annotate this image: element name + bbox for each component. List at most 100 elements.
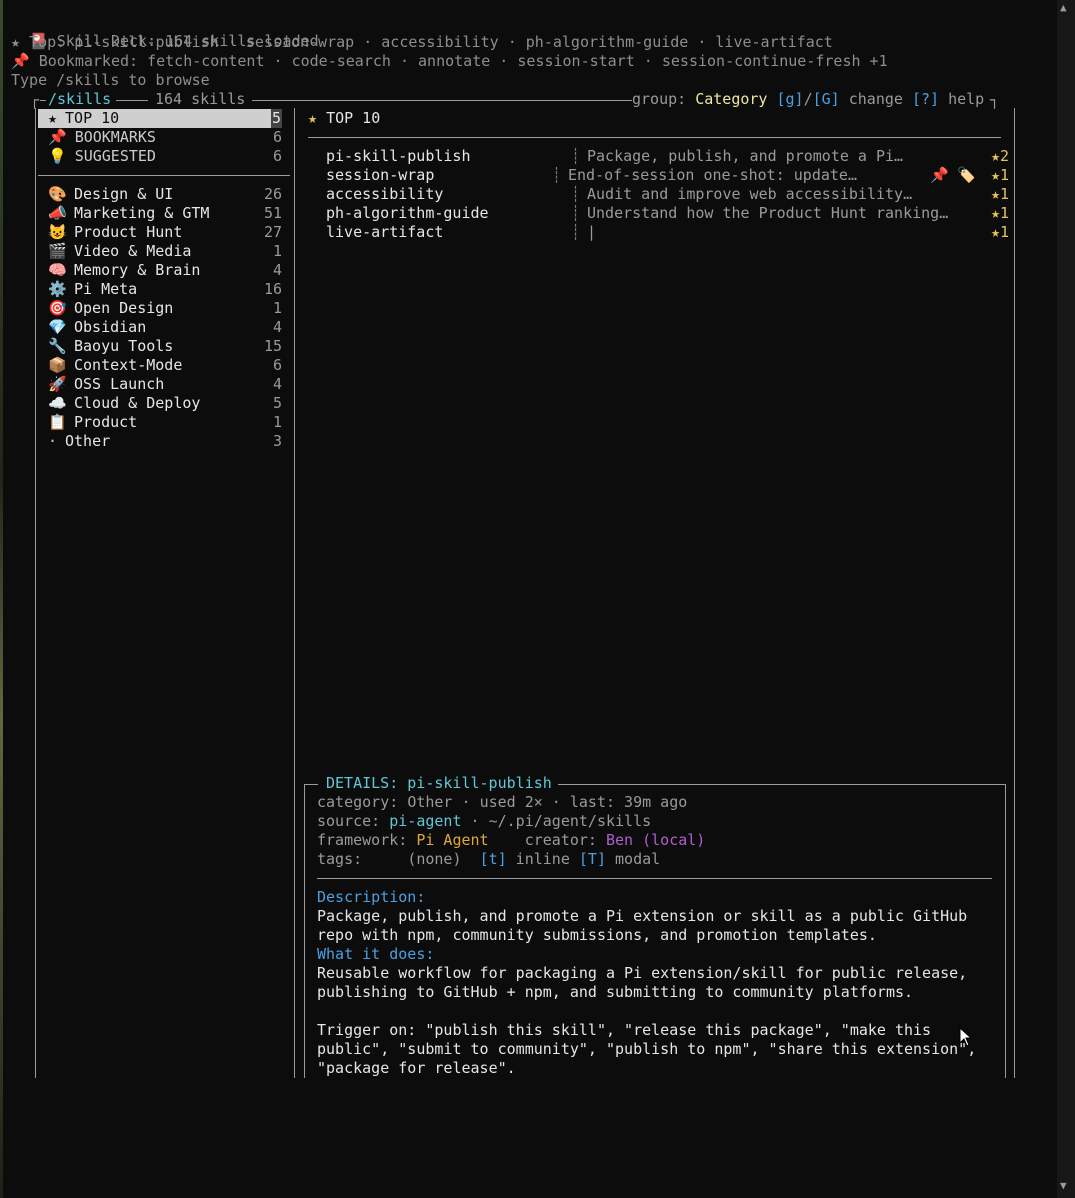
skill-description: End-of-session one-shot: update…: [568, 166, 857, 184]
sidebar-item-label: Design & UI: [74, 185, 174, 203]
details-border-top-a: [304, 784, 318, 785]
source-value: pi-agent: [389, 812, 462, 830]
sidebar-item-top-10[interactable]: ★ TOP 10 5: [48, 109, 282, 128]
sidebar-item-count: 5: [270, 109, 282, 128]
source-path: ~/.pi/agent/skills: [488, 812, 652, 830]
sidebar-item-count: 4: [272, 261, 282, 279]
pin-icon: 📌: [48, 128, 67, 146]
sidebar-item-obsidian[interactable]: 💎 Obsidian 4: [48, 318, 282, 337]
clipboard-icon: 📋: [48, 413, 67, 431]
column-separator: ┊: [571, 204, 581, 222]
panel-border-top-a: [40, 100, 46, 101]
details-border-left: [304, 785, 305, 1078]
sidebar-item-cloud-deploy[interactable]: ☁️ Cloud & Deploy 5: [48, 394, 282, 413]
usage-star-badge: ★1: [990, 223, 1009, 241]
skill-name: pi-skill-publish: [326, 147, 471, 165]
sidebar-item-oss-launch[interactable]: 🚀 OSS Launch 4: [48, 375, 282, 394]
column-separator: ┊: [571, 147, 581, 165]
trigger-line-1: Trigger on: "publish this skill", "relea…: [317, 1021, 932, 1039]
usage-star-badge: ★1: [990, 204, 1009, 222]
group-prev-key[interactable]: [G]: [813, 90, 840, 108]
panel-corner-tr: ┐: [990, 91, 1000, 109]
help-label: help: [939, 90, 985, 108]
sidebar-separator: [38, 175, 290, 176]
group-selector[interactable]: group: Category [g]/[G] change [?] help: [632, 90, 984, 109]
sidebar-item-video-media[interactable]: 🎬 Video & Media 1: [48, 242, 282, 261]
top-list: pi-skill-publish · session-wrap · access…: [74, 33, 833, 51]
sidebar-item-memory-brain[interactable]: 🧠 Memory & Brain 4: [48, 261, 282, 280]
last-used: last: 39m ago: [569, 793, 688, 811]
scroll-down-arrow-icon[interactable]: ▼: [1060, 1180, 1067, 1192]
sidebar-item-label: Product: [74, 413, 138, 431]
column-separator: ┊: [571, 223, 581, 241]
what-heading: What it does:: [317, 945, 435, 963]
change-label: change: [839, 90, 912, 108]
skill-name: ph-algorithm-guide: [326, 204, 489, 222]
modal-label: modal: [606, 850, 661, 868]
header-bookmarked-line: 📌 Bookmarked: fetch-content · code-searc…: [11, 52, 888, 71]
sidebar-item-count: 51: [263, 204, 282, 222]
sidebar-item-label: Context-Mode: [74, 356, 183, 374]
sidebar-item-count: 6: [272, 147, 282, 165]
sidebar-item-bookmarks[interactable]: 📌 BOOKMARKS 6: [48, 128, 282, 147]
panel-border-top-c: [252, 100, 632, 101]
sidebar-item-label: Other: [65, 432, 111, 450]
sidebar-item-count: 4: [272, 375, 282, 393]
sidebar-item-label: OSS Launch: [74, 375, 165, 393]
tags-label: tags:: [317, 850, 363, 868]
details-border-top-b: [558, 784, 1006, 785]
details-title-value: pi-skill-publish: [407, 774, 552, 792]
details-border-right: [1005, 785, 1006, 1078]
key-slash: /: [803, 90, 813, 108]
description-heading: Description:: [317, 888, 426, 906]
sidebar-item-other[interactable]: · Other 3: [48, 432, 282, 451]
sidebar-item-open-design[interactable]: 🎯 Open Design 1: [48, 299, 282, 318]
sidebar-item-pi-meta[interactable]: ⚙️ Pi Meta 16: [48, 280, 282, 299]
sidebar-item-label: Marketing & GTM: [74, 204, 210, 222]
skill-description: Package, publish, and promote a Pi…: [587, 147, 904, 165]
wrench-icon: 🔧: [48, 337, 67, 355]
group-next-key[interactable]: [g]: [777, 90, 804, 108]
framework-value: Pi Agent: [416, 831, 489, 849]
inline-tag-key[interactable]: [t]: [480, 850, 507, 868]
sidebar-item-count: 6: [272, 128, 282, 146]
column-separator: ┊: [552, 166, 562, 184]
sidebar-item-count: 3: [272, 432, 282, 450]
sidebar-item-context-mode[interactable]: 📦 Context-Mode 6: [48, 356, 282, 375]
sidebar-item-count: 6: [272, 356, 282, 374]
target-icon: 🎯: [48, 299, 67, 317]
group-label: group:: [632, 90, 696, 108]
sidebar-item-suggested[interactable]: 💡 SUGGESTED 6: [48, 147, 282, 166]
sidebar-item-product-hunt[interactable]: 😺 Product Hunt 27: [48, 223, 282, 242]
scroll-up-arrow-icon[interactable]: ▲: [1060, 2, 1067, 14]
column-separator: ┊: [571, 185, 581, 203]
window-scrollbar[interactable]: [1057, 0, 1075, 1198]
sidebar-item-label: BOOKMARKS: [74, 128, 156, 146]
package-icon: 📦: [48, 356, 67, 374]
trigger-line-3: "package for release".: [317, 1059, 516, 1077]
modal-tag-key[interactable]: [T]: [579, 850, 606, 868]
trigger-line-2: public", "submit to community", "publish…: [317, 1040, 977, 1058]
sidebar-divider: [294, 108, 295, 1078]
sidebar-item-marketing-gtm[interactable]: 📣 Marketing & GTM 51: [48, 204, 282, 223]
creator-label: creator:: [524, 831, 606, 849]
sidebar-item-design-ui[interactable]: 🎨 Design & UI 26: [48, 185, 282, 204]
sidebar-item-count: 26: [263, 185, 282, 203]
sidebar-item-label: Product Hunt: [74, 223, 183, 241]
sidebar-item-baoyu-tools[interactable]: 🔧 Baoyu Tools 15: [48, 337, 282, 356]
palette-icon: 🎨: [48, 185, 67, 203]
sidebar-item-product[interactable]: 📋 Product 1: [48, 413, 282, 432]
sidebar-item-label: Video & Media: [74, 242, 192, 260]
sidebar-item-count: 4: [272, 318, 282, 336]
sidebar-item-label: Baoyu Tools: [74, 337, 174, 355]
panel-border-top-b: [116, 100, 148, 101]
panel-path: /skills: [48, 90, 112, 108]
cat-icon: 😺: [48, 223, 67, 241]
help-key[interactable]: [?]: [912, 90, 939, 108]
skill-description: Understand how the Product Hunt ranking…: [587, 204, 949, 222]
details-title: DETAILS: pi-skill-publish: [326, 774, 552, 793]
sidebar-item-count: 16: [263, 280, 282, 298]
list-heading-rule: [308, 137, 1001, 138]
desktop-edge: [0, 0, 3, 1198]
star-icon: ★: [48, 109, 58, 127]
